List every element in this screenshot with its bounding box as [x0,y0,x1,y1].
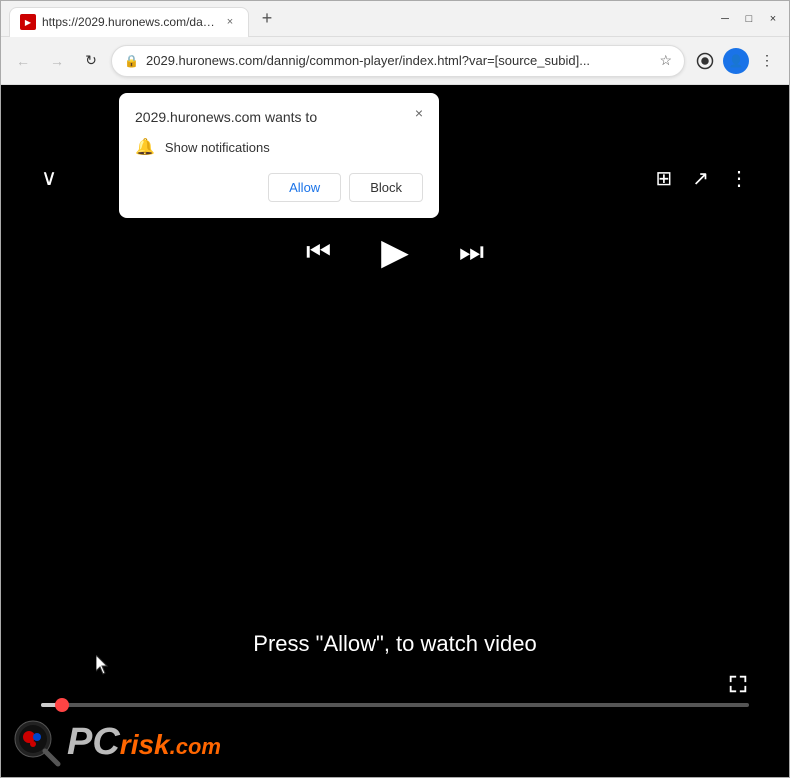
page-content: 2029.huronews.com wants to × 🔔 Show noti… [1,85,789,777]
browser-window: https://2029.huronews.com/dann × + ─ □ ×… [0,0,790,778]
logo-text: PCrisk.com [67,721,221,764]
title-bar-controls: ─ □ × [717,11,781,27]
back-icon: ← [16,53,30,69]
popup-buttons: Allow Block [135,173,423,202]
add-to-queue-icon[interactable]: ⊞ [655,166,672,191]
close-button[interactable]: × [765,11,781,27]
back-button[interactable]: ← [9,47,37,75]
title-bar: https://2029.huronews.com/dann × + ─ □ × [1,1,789,37]
menu-icon: ⋮ [760,52,774,69]
minimize-button[interactable]: ─ [717,11,733,27]
popup-close-button[interactable]: × [409,103,429,123]
reload-button[interactable]: ↻ [77,47,105,75]
skip-back-button[interactable]: ⏮ [306,236,331,269]
tab-strip: https://2029.huronews.com/dann × + [9,1,717,36]
play-button[interactable]: ▶ [381,231,409,273]
press-allow-text: Press "Allow", to watch video [253,631,536,657]
notification-text: Show notifications [165,140,270,155]
logo-icon [11,717,61,767]
lock-icon: 🔒 [124,54,138,68]
nav-right-area: 👤 ⋮ [691,47,781,75]
address-text: 2029.huronews.com/dannig/common-player/i… [146,53,651,68]
profile-icon: 👤 [729,54,744,68]
cast-icon [696,52,714,70]
share-icon[interactable]: ↗ [692,166,709,191]
more-options-icon[interactable]: ⋮ [729,166,749,191]
pcrisk-logo-icon [11,717,63,769]
minimize-player-icon[interactable]: ∨ [41,165,57,191]
tab-title: https://2029.huronews.com/dann [42,15,216,29]
navigation-bar: ← → ↻ 🔒 2029.huronews.com/dannig/common-… [1,37,789,85]
block-button[interactable]: Block [349,173,423,202]
popup-title: 2029.huronews.com wants to [135,109,423,125]
bookmark-icon[interactable]: ☆ [659,52,672,69]
profile-button[interactable]: 👤 [723,48,749,74]
tab-close-button[interactable]: × [222,14,238,30]
reload-icon: ↻ [85,52,97,69]
cast-button[interactable] [691,47,719,75]
browser-tab[interactable]: https://2029.huronews.com/dann × [9,7,249,37]
logo-pc: PC [67,721,120,763]
permission-popup: 2029.huronews.com wants to × 🔔 Show noti… [119,93,439,218]
bell-icon: 🔔 [135,137,155,157]
maximize-button[interactable]: □ [741,11,757,27]
address-bar[interactable]: 🔒 2029.huronews.com/dannig/common-player… [111,45,685,77]
player-right-controls: ⊞ ↗ ⋮ [655,166,749,191]
player-main-controls: ⏮ ▶ ⏭ [306,231,484,273]
forward-icon: → [50,53,64,69]
forward-button[interactable]: → [43,47,71,75]
allow-button[interactable]: Allow [268,173,341,202]
fullscreen-button[interactable] [41,673,749,695]
logo-risk: risk [120,729,170,760]
menu-button[interactable]: ⋮ [753,47,781,75]
tab-favicon [20,14,36,30]
progress-bar[interactable] [41,703,749,707]
fullscreen-icon [727,673,749,695]
logo-area: PCrisk.com [11,717,221,767]
notification-row: 🔔 Show notifications [135,137,423,157]
logo-com: .com [170,734,221,759]
skip-forward-button[interactable]: ⏭ [459,236,484,269]
new-tab-button[interactable]: + [253,5,281,33]
progress-dot [55,698,69,712]
